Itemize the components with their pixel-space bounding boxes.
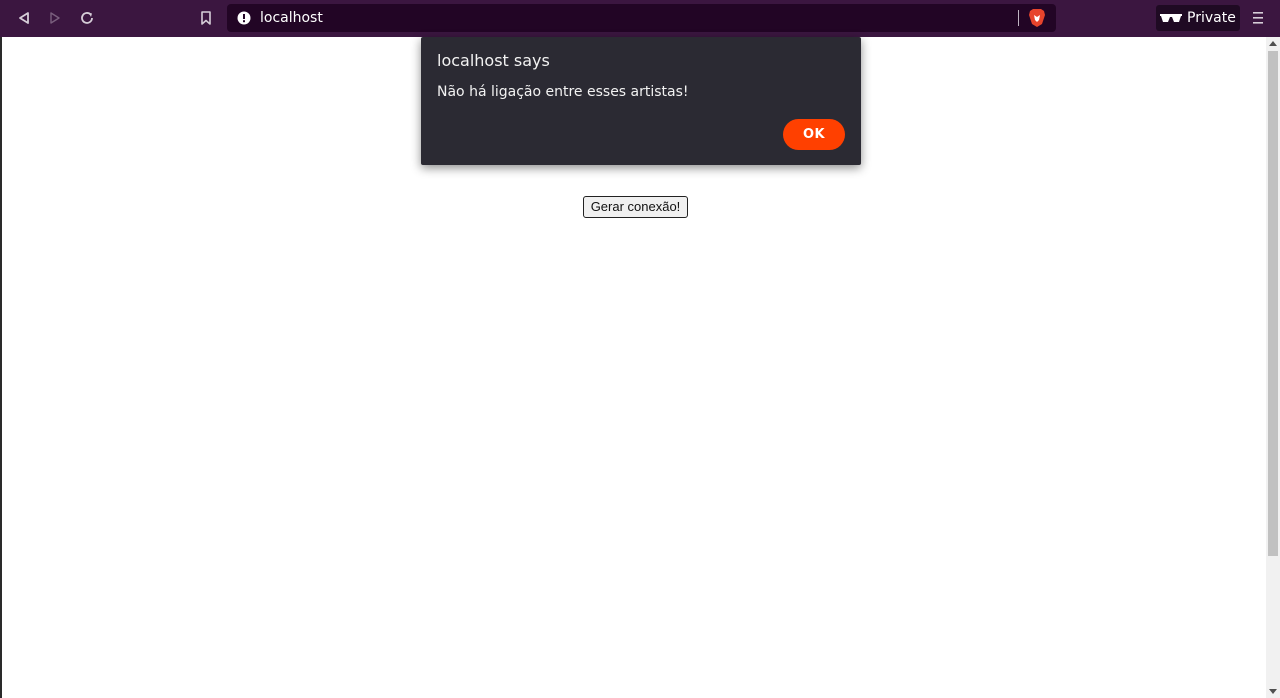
forward-arrow-icon[interactable] — [41, 4, 69, 32]
private-label: Private — [1187, 10, 1236, 26]
vertical-scrollbar[interactable] — [1266, 37, 1280, 698]
reload-icon[interactable] — [73, 4, 101, 32]
ok-button[interactable]: OK — [783, 119, 845, 150]
address-bar[interactable]: localhost — [227, 4, 1056, 32]
site-info-icon[interactable] — [237, 11, 251, 25]
scrollbar-thumb[interactable] — [1268, 51, 1278, 556]
url-divider — [1018, 10, 1019, 26]
back-arrow-icon[interactable] — [10, 4, 38, 32]
browser-toolbar: localhost Private — [0, 0, 1280, 37]
scroll-down-arrow-icon[interactable] — [1269, 689, 1277, 694]
brave-shields-icon[interactable] — [1028, 8, 1046, 28]
private-badge[interactable]: Private — [1156, 5, 1240, 31]
alert-dialog: localhost says Não há ligação entre esse… — [421, 37, 861, 165]
bookmark-icon[interactable] — [192, 4, 220, 32]
dialog-title: localhost says — [437, 51, 550, 70]
private-glasses-icon — [1160, 14, 1182, 22]
url-text[interactable]: localhost — [260, 9, 323, 27]
hamburger-menu-icon[interactable] — [1249, 9, 1267, 27]
dialog-message: Não há ligação entre esses artistas! — [437, 84, 689, 100]
generate-connection-button[interactable]: Gerar conexão! — [583, 196, 688, 218]
scroll-up-arrow-icon[interactable] — [1269, 41, 1277, 46]
